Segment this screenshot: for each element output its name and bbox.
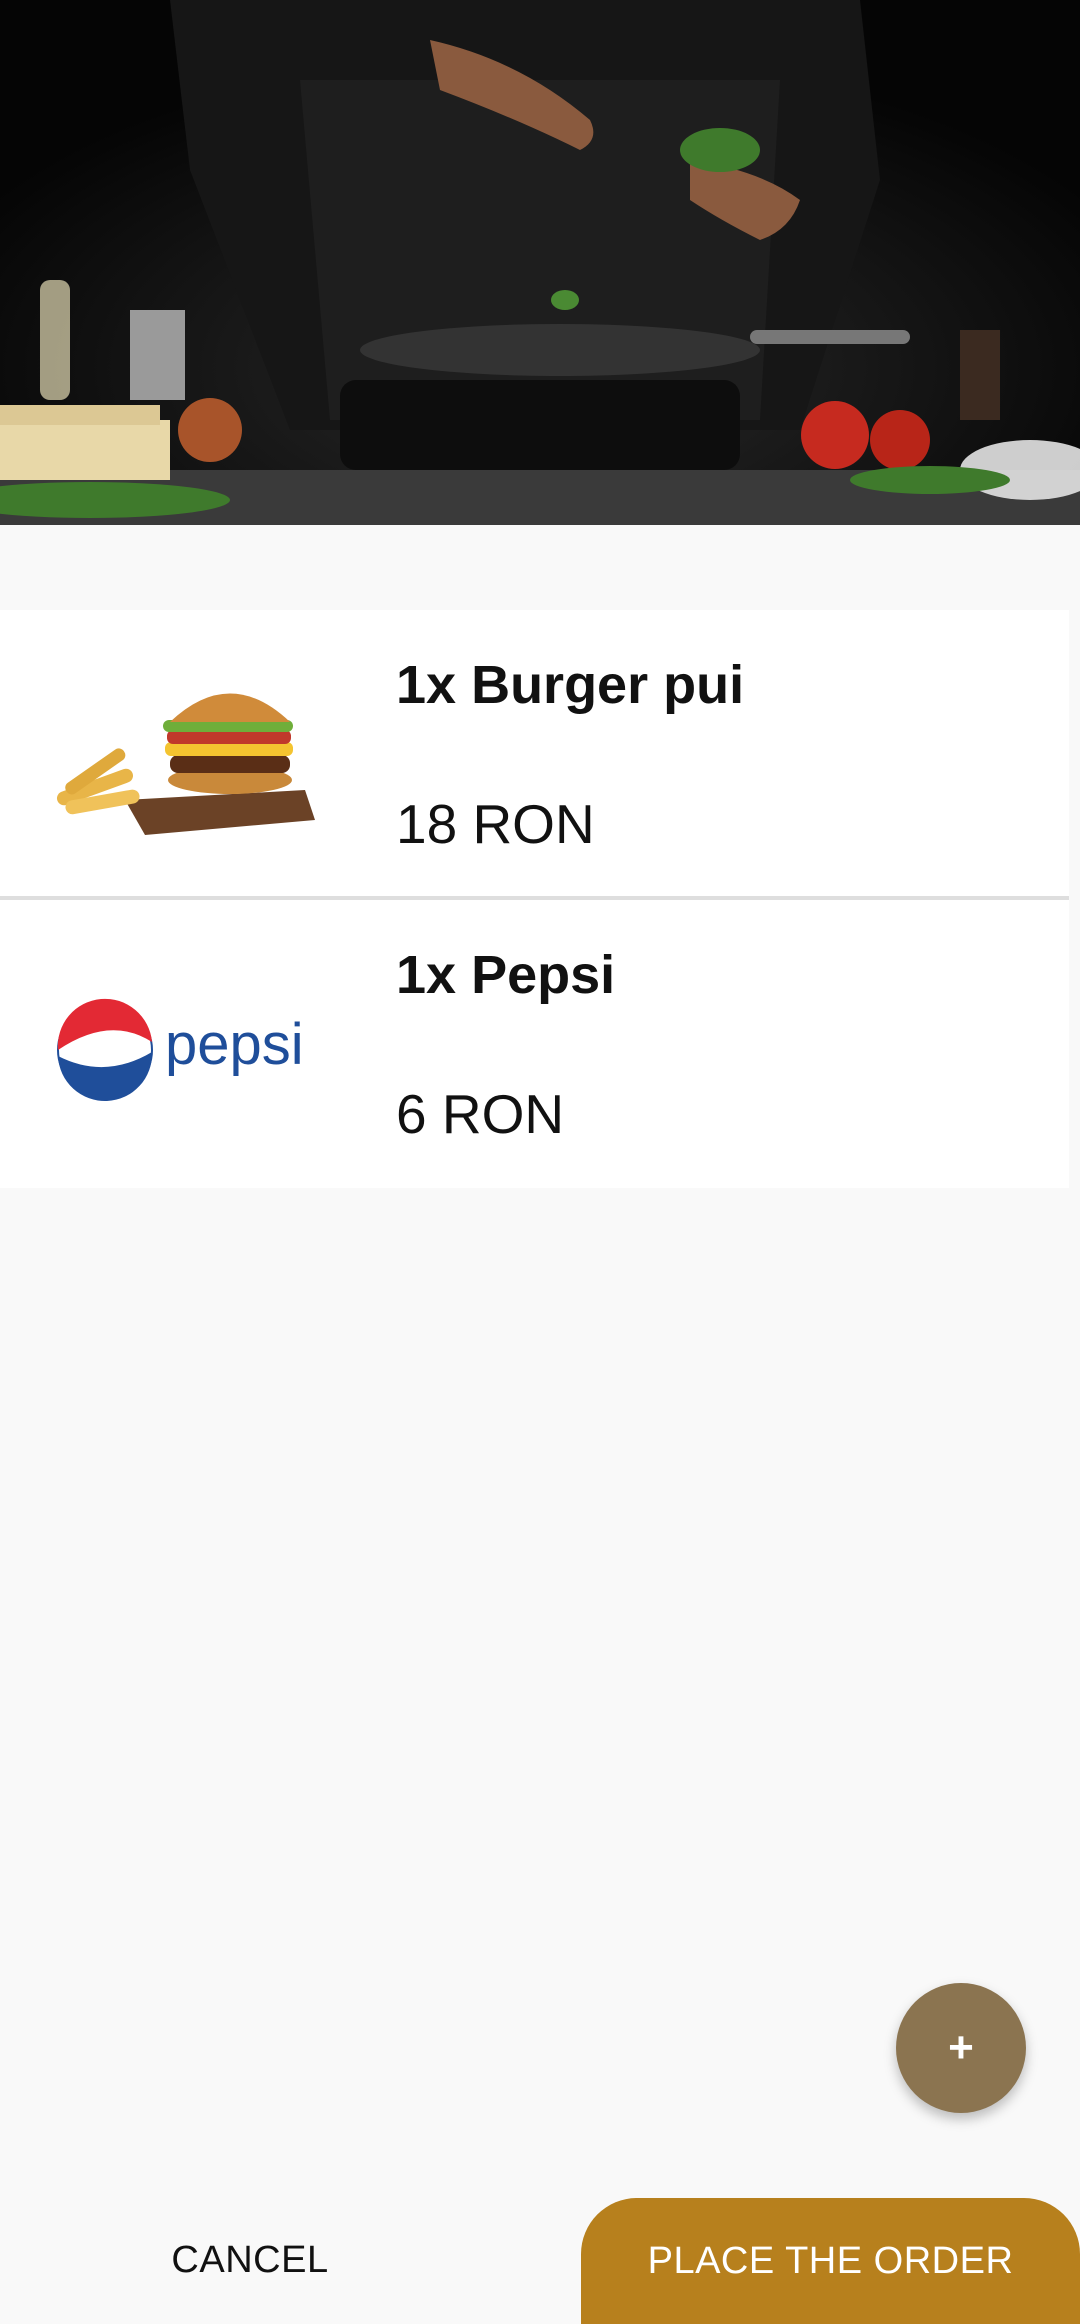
item-name: 1x Burger pui bbox=[396, 655, 745, 715]
header-image bbox=[0, 0, 1080, 525]
order-item-pepsi[interactable]: pepsi 1x Pepsi 6 RON bbox=[0, 900, 1069, 1188]
pepsi-logo-text: pepsi bbox=[165, 1012, 304, 1077]
order-list: 1x Burger pui 18 RON pepsi 1x Pepsi 6 RO… bbox=[0, 610, 1069, 1188]
item-price: 18 RON bbox=[396, 793, 595, 855]
place-order-button[interactable]: PLACE THE ORDER bbox=[581, 2198, 1080, 2324]
item-price: 6 RON bbox=[396, 1083, 565, 1145]
cancel-button[interactable]: CANCEL bbox=[60, 2210, 440, 2310]
item-name: 1x Pepsi bbox=[396, 945, 616, 1005]
burger-image bbox=[55, 670, 317, 840]
add-item-button[interactable]: + bbox=[896, 1983, 1026, 2113]
plus-icon: + bbox=[948, 2023, 974, 2072]
pepsi-logo-image: pepsi bbox=[55, 960, 317, 1130]
order-item-burger[interactable]: 1x Burger pui 18 RON bbox=[0, 610, 1069, 900]
